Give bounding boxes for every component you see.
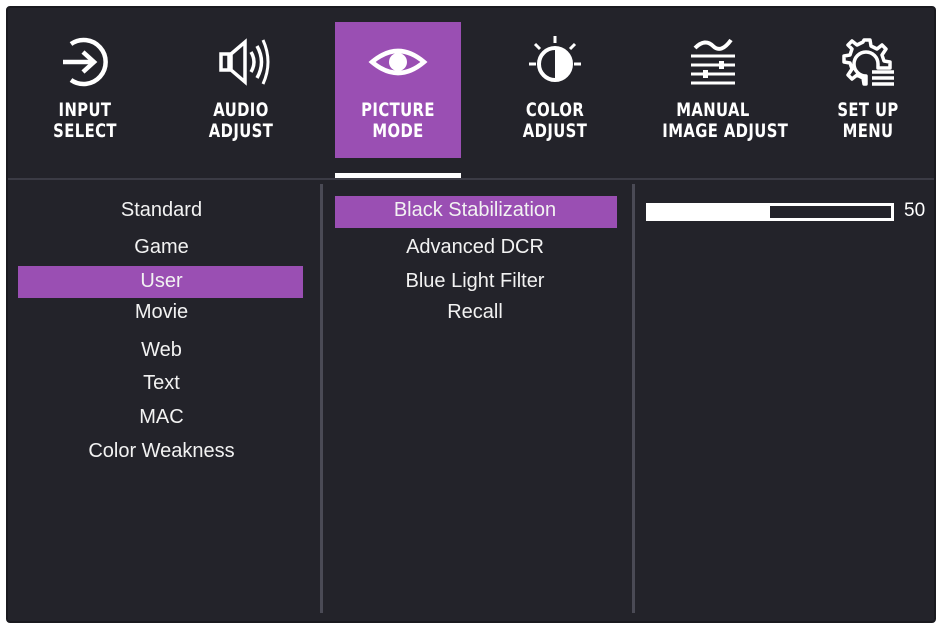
mode-item-movie[interactable]: Movie xyxy=(18,301,305,324)
slider-value: 50 xyxy=(904,200,926,221)
osd-menu: INPUT SELECT AUDIO ADJUST PICTURE MODE C… xyxy=(6,6,936,623)
sliders-icon xyxy=(691,38,735,85)
slider-fill xyxy=(649,206,770,218)
mode-item-web[interactable]: Web xyxy=(18,339,305,362)
top-tab-bar: INPUT SELECT AUDIO ADJUST PICTURE MODE C… xyxy=(8,8,934,178)
mode-item-user[interactable]: User xyxy=(18,270,305,293)
mode-item-game[interactable]: Game xyxy=(18,236,305,259)
column-divider xyxy=(320,184,323,613)
option-item-recall[interactable]: Recall xyxy=(333,301,617,324)
tab-audio-adjust[interactable]: AUDIO ADJUST xyxy=(178,22,304,158)
option-item-advanced-dcr[interactable]: Advanced DCR xyxy=(333,236,617,259)
tab-label: SET UP MENU xyxy=(837,99,899,142)
mode-item-mac[interactable]: MAC xyxy=(18,406,305,429)
gear-menu-icon xyxy=(842,38,894,86)
tab-manual-image-adjust[interactable]: MANUAL IMAGE ADJUST xyxy=(648,22,789,158)
mode-item-standard[interactable]: Standard xyxy=(18,199,305,222)
column-divider xyxy=(632,184,635,613)
tab-color-adjust[interactable]: COLOR ADJUST xyxy=(492,22,618,158)
tab-setup-menu[interactable]: SET UP MENU xyxy=(805,22,931,158)
color-icon xyxy=(529,36,581,82)
tab-label: AUDIO ADJUST xyxy=(208,99,274,142)
header-divider xyxy=(8,178,934,180)
picture-mode-list: Standard Game User Movie Web Text MAC Co… xyxy=(18,184,305,613)
speaker-icon xyxy=(219,38,270,86)
tab-input-select[interactable]: INPUT SELECT xyxy=(22,22,148,158)
eye-icon xyxy=(368,48,428,76)
option-item-black-stabilization[interactable]: Black Stabilization xyxy=(333,199,617,222)
tab-picture-mode[interactable]: PICTURE MODE xyxy=(335,22,461,158)
tab-label: INPUT SELECT xyxy=(53,99,117,142)
tab-label: PICTURE MODE xyxy=(361,99,435,142)
picture-option-list: Black Stabilization Advanced DCR Blue Li… xyxy=(333,184,617,613)
value-slider[interactable] xyxy=(646,203,894,221)
input-icon xyxy=(63,37,108,87)
mode-item-color-weakness[interactable]: Color Weakness xyxy=(18,440,305,463)
tab-label: MANUAL IMAGE ADJUST xyxy=(662,99,789,142)
option-item-blue-light-filter[interactable]: Blue Light Filter xyxy=(333,270,617,293)
mode-item-text[interactable]: Text xyxy=(18,372,305,395)
tab-label: COLOR ADJUST xyxy=(522,99,588,142)
